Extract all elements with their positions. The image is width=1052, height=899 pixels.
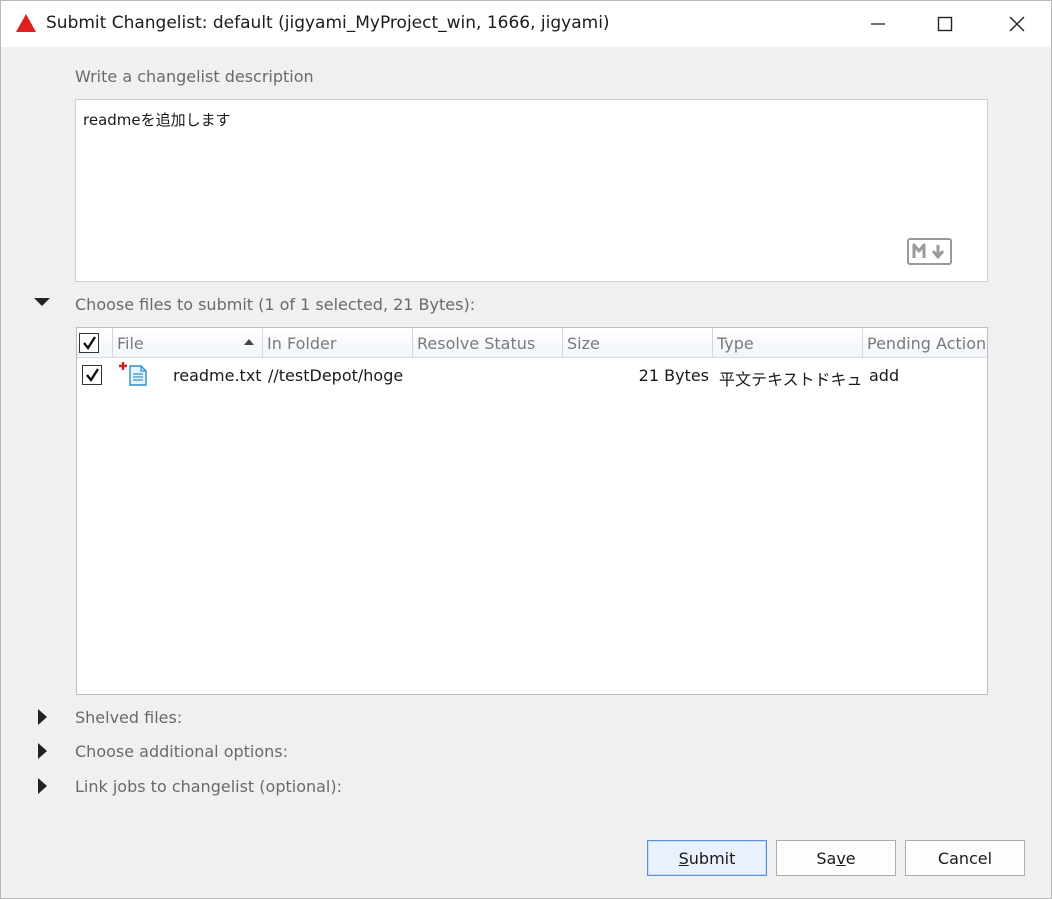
column-header-in-folder[interactable]: In Folder	[263, 328, 413, 358]
cell-size: 21 Bytes	[638, 366, 709, 385]
checkmark-icon	[86, 368, 100, 383]
column-header-size[interactable]: Size	[563, 328, 713, 358]
files-table-header: File In Folder Resolve Status Size Type …	[77, 328, 987, 358]
description-text: readmeを追加します	[83, 111, 231, 129]
close-icon	[1009, 16, 1025, 32]
additional-options-collapsed-icon[interactable]	[33, 742, 51, 760]
cell-file: readme.txt	[173, 366, 262, 385]
maximize-icon	[937, 16, 953, 32]
files-table: File In Folder Resolve Status Size Type …	[76, 327, 988, 695]
column-header-pending-action[interactable]: Pending Action	[863, 328, 987, 358]
description-label: Write a changelist description	[75, 67, 314, 86]
select-all-header[interactable]	[77, 328, 113, 358]
title-bar[interactable]: Submit Changelist: default (jigyami_MyPr…	[1, 1, 1051, 47]
maximize-button[interactable]	[914, 1, 976, 47]
link-jobs-collapsed-icon[interactable]	[33, 777, 51, 795]
select-all-checkbox[interactable]	[79, 333, 99, 353]
files-section-expanded-icon[interactable]	[33, 295, 51, 313]
perforce-app-icon	[16, 14, 36, 32]
description-textarea[interactable]: readmeを追加します	[75, 99, 988, 282]
markdown-icon[interactable]	[907, 238, 952, 265]
cancel-button[interactable]: Cancel	[905, 840, 1025, 876]
close-button[interactable]	[986, 1, 1048, 47]
shelved-files-label[interactable]: Shelved files:	[75, 708, 182, 727]
table-row[interactable]: readme.txt //testDepot/hoge 21 Bytes 平文テ…	[77, 359, 987, 391]
cell-type: 平文テキストドキュ...	[719, 370, 861, 389]
cell-in-folder: //testDepot/hoge	[268, 366, 404, 385]
added-text-file-icon	[119, 362, 147, 386]
column-header-file[interactable]: File	[113, 328, 263, 358]
window-title: Submit Changelist: default (jigyami_MyPr…	[46, 13, 610, 33]
checkmark-icon	[83, 336, 97, 351]
save-button[interactable]: Sa v e	[776, 840, 896, 876]
column-header-resolve-status[interactable]: Resolve Status	[413, 328, 563, 358]
link-jobs-label[interactable]: Link jobs to changelist (optional):	[75, 777, 342, 796]
submit-changelist-dialog: Submit Changelist: default (jigyami_MyPr…	[0, 0, 1052, 899]
shelved-files-collapsed-icon[interactable]	[33, 708, 51, 726]
sort-ascending-icon	[244, 339, 254, 345]
files-section-label: Choose files to submit (1 of 1 selected,…	[75, 295, 476, 314]
additional-options-label[interactable]: Choose additional options:	[75, 742, 288, 761]
column-header-type[interactable]: Type	[713, 328, 863, 358]
row-checkbox[interactable]	[82, 365, 102, 385]
cell-pending-action: add	[869, 366, 900, 385]
minimize-button[interactable]	[847, 1, 909, 47]
submit-button[interactable]: Submit	[647, 840, 767, 876]
minimize-icon	[871, 23, 885, 25]
